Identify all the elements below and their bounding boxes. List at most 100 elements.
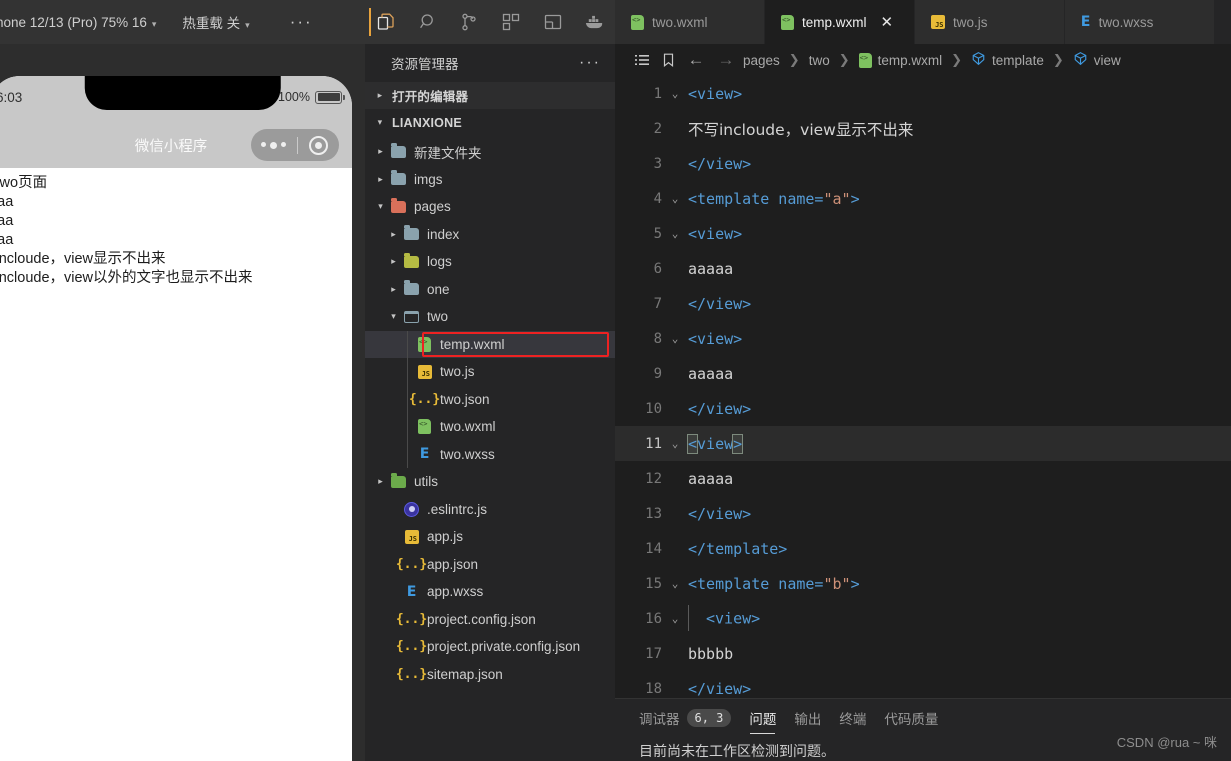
code-line[interactable]: 9 aaaaa bbox=[615, 356, 1231, 391]
code-line[interactable]: 6 aaaaa bbox=[615, 251, 1231, 286]
tree-item-two-js[interactable]: JS two.js bbox=[365, 358, 615, 386]
chevron-right-icon[interactable]: ▸ bbox=[386, 256, 401, 267]
editor-tab-two-wxml[interactable]: two.wxml bbox=[615, 0, 765, 44]
breadcrumb-item-file[interactable]: temp.wxml bbox=[857, 52, 945, 68]
tree-item-two-json[interactable]: {..} two.json bbox=[365, 385, 615, 413]
tree-item-project-config-json[interactable]: {..} project.config.json bbox=[365, 606, 615, 634]
code-line[interactable]: 15 ⌄ <template name="b"> bbox=[615, 566, 1231, 601]
capsule-buttons[interactable] bbox=[251, 129, 339, 161]
code-text: aaaaa bbox=[688, 365, 733, 383]
indent-guide bbox=[688, 604, 689, 631]
chevron-right-icon[interactable]: ▸ bbox=[373, 174, 388, 185]
code-line[interactable]: 8 ⌄ <view> bbox=[615, 321, 1231, 356]
breadcrumb-item-two[interactable]: two bbox=[807, 53, 832, 68]
tree-item-utils[interactable]: ▸ utils bbox=[365, 468, 615, 496]
line-number: 2 bbox=[653, 120, 662, 137]
code-line[interactable]: 10 </view> bbox=[615, 391, 1231, 426]
chevron-right-icon[interactable]: ▸ bbox=[386, 284, 401, 295]
activity-search-icon[interactable] bbox=[407, 0, 449, 44]
panel-tab-代码质量[interactable]: 代码质量 bbox=[884, 708, 938, 733]
fold-chevron-icon[interactable]: ⌄ bbox=[662, 577, 688, 590]
editor-tab-temp-wxml[interactable]: temp.wxml ✕ bbox=[765, 0, 915, 44]
tree-item-sitemap-json[interactable]: {..} sitemap.json bbox=[365, 661, 615, 689]
fold-chevron-icon[interactable]: ⌄ bbox=[662, 332, 688, 345]
tree-item-app-js[interactable]: JS app.js bbox=[365, 523, 615, 551]
wxml-file-icon bbox=[418, 419, 431, 435]
chevron-right-icon[interactable]: ▸ bbox=[373, 476, 388, 487]
code-line[interactable]: 14 </template> bbox=[615, 531, 1231, 566]
code-editor[interactable]: 1 ⌄ <view> 2 不写incloude，view显示不出来 3 </view> 4 ⌄ <… bbox=[615, 76, 1231, 698]
code-line[interactable]: 13 </view> bbox=[615, 496, 1231, 531]
device-selector[interactable]: hone 12/13 (Pro) 75% 16 ▾ bbox=[0, 15, 170, 30]
editor-tab-two-wxss[interactable]: Ǝtwo.wxss bbox=[1065, 0, 1215, 44]
section-open-editors[interactable]: ▸ 打开的编辑器 bbox=[365, 82, 615, 109]
code-line[interactable]: 3 </view> bbox=[615, 146, 1231, 181]
code-line[interactable]: 4 ⌄ <template name="a"> bbox=[615, 181, 1231, 216]
explorer-header: 资源管理器 ··· bbox=[365, 44, 615, 82]
activity-explorer-icon[interactable] bbox=[365, 0, 407, 44]
fold-chevron-icon[interactable]: ⌄ bbox=[662, 437, 688, 450]
breadcrumb-item-pages[interactable]: pages bbox=[741, 53, 782, 68]
code-line[interactable]: 16 ⌄ <view> bbox=[615, 601, 1231, 636]
chevron-right-icon[interactable]: ▸ bbox=[386, 229, 401, 240]
tree-item-two-wxml[interactable]: two.wxml bbox=[365, 413, 615, 441]
code-line[interactable]: 2 不写incloude，view显示不出来 bbox=[615, 111, 1231, 146]
panel-tab-输出[interactable]: 输出 bbox=[794, 708, 821, 733]
editor-tab-two-js[interactable]: JS two.js bbox=[915, 0, 1065, 44]
section-project-root[interactable]: ▾ LIANXIONE bbox=[365, 109, 615, 136]
tree-item-two[interactable]: ▾ two bbox=[365, 303, 615, 331]
tree-item-index[interactable]: ▸ index bbox=[365, 221, 615, 249]
bookmark-icon[interactable] bbox=[655, 52, 681, 68]
activity-layout-panel-icon[interactable] bbox=[532, 0, 574, 44]
code-line[interactable]: 1 ⌄ <view> bbox=[615, 76, 1231, 111]
breadcrumb-label: pages bbox=[743, 52, 780, 68]
code-line[interactable]: 7 </view> bbox=[615, 286, 1231, 321]
tree-item-temp-wxml[interactable]: temp.wxml bbox=[365, 330, 615, 358]
code-token: view bbox=[697, 434, 734, 453]
panel-tab-问题[interactable]: 问题 bbox=[749, 708, 776, 734]
activity-source-control-icon[interactable] bbox=[448, 0, 490, 44]
code-line[interactable]: 12 aaaaa bbox=[615, 461, 1231, 496]
simulator-more-button[interactable]: ··· bbox=[290, 12, 313, 32]
more-dots-icon[interactable] bbox=[260, 141, 286, 149]
activity-extensions-icon[interactable] bbox=[490, 0, 532, 44]
breadcrumb-item-template[interactable]: template bbox=[969, 51, 1046, 69]
back-button[interactable]: ← bbox=[681, 50, 711, 70]
forward-button[interactable]: → bbox=[711, 50, 741, 70]
line-number: 4 bbox=[653, 190, 662, 207]
tree-item-one[interactable]: ▸ one bbox=[365, 276, 615, 304]
tree-item-icon bbox=[388, 170, 409, 186]
chevron-right-icon: ▸ bbox=[377, 90, 383, 100]
chevron-right-icon[interactable]: ▸ bbox=[373, 146, 388, 157]
panel-tab-终端[interactable]: 终端 bbox=[839, 708, 866, 733]
panel-tab-debugger[interactable]: 调试器 6, 3 bbox=[639, 708, 732, 733]
breadcrumb-item-view[interactable]: view bbox=[1071, 51, 1123, 69]
chevron-down-icon[interactable]: ▾ bbox=[386, 311, 401, 322]
tree-item-two-wxss[interactable]: Ǝtwo.wxss bbox=[365, 440, 615, 468]
close-icon[interactable]: ✕ bbox=[881, 15, 894, 30]
activity-docker-whale-icon[interactable] bbox=[573, 0, 615, 44]
tree-item-project-private-config-json[interactable]: {..} project.private.config.json bbox=[365, 633, 615, 661]
tree-item--eslintrc-js[interactable]: .eslintrc.js bbox=[365, 496, 615, 524]
code-line[interactable]: 11 ⌄ <view> bbox=[615, 426, 1231, 461]
tree-item--[interactable]: ▸ 新建文件夹 bbox=[365, 138, 615, 166]
code-line[interactable]: 18 </view> bbox=[615, 671, 1231, 698]
tree-item-logs[interactable]: ▸ logs bbox=[365, 248, 615, 276]
tree-item-pages[interactable]: ▾ pages bbox=[365, 193, 615, 221]
fold-chevron-icon[interactable]: ⌄ bbox=[662, 612, 688, 625]
app-window: hone 12/13 (Pro) 75% 16 ▾ 热重载 关 ▾ ··· 6:03… bbox=[0, 0, 1231, 761]
tree-item-app-wxss[interactable]: Ǝapp.wxss bbox=[365, 578, 615, 606]
code-line[interactable]: 17 bbbbb bbox=[615, 636, 1231, 671]
fold-chevron-icon[interactable]: ⌄ bbox=[662, 227, 688, 240]
explorer-more-button[interactable]: ··· bbox=[579, 54, 601, 72]
hot-reload-selector[interactable]: 热重载 关 ▾ bbox=[170, 12, 261, 32]
chevron-down-icon[interactable]: ▾ bbox=[373, 201, 388, 212]
tree-item-imgs[interactable]: ▸ imgs bbox=[365, 166, 615, 194]
close-circle-icon[interactable] bbox=[309, 135, 329, 155]
fold-chevron-icon[interactable]: ⌄ bbox=[662, 192, 688, 205]
list-icon[interactable] bbox=[629, 52, 655, 68]
code-line[interactable]: 5 ⌄ <view> bbox=[615, 216, 1231, 251]
tree-item-app-json[interactable]: {..} app.json bbox=[365, 551, 615, 579]
fold-chevron-icon[interactable]: ⌄ bbox=[662, 87, 688, 100]
code-token: > bbox=[850, 574, 860, 593]
